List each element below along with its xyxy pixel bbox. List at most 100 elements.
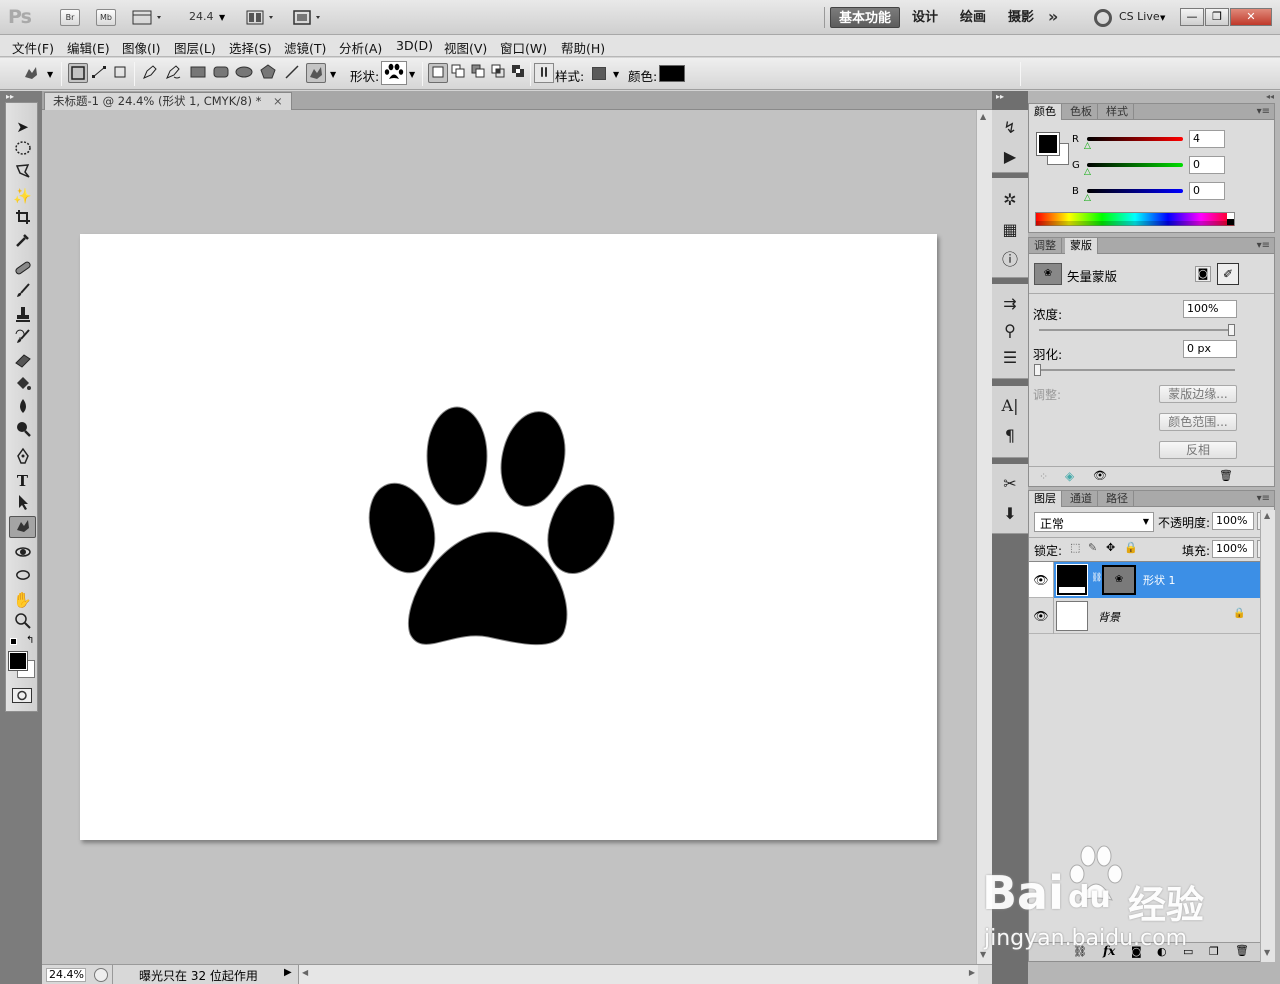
feather-field[interactable]: 0 px (1183, 340, 1237, 358)
document-tab[interactable]: 未标题-1 @ 24.4% (形状 1, CMYK/8) * × (44, 92, 292, 110)
shape-layers-button[interactable] (68, 63, 88, 83)
tab-layers[interactable]: 图层 (1029, 491, 1062, 507)
load-selection-icon[interactable]: ⁘ (1039, 470, 1048, 483)
color-foreground-swatch[interactable] (1036, 132, 1060, 156)
preset-dropdown-icon[interactable]: ▼ (47, 70, 53, 79)
paragraph-panel-icon[interactable]: ¶ (998, 424, 1022, 448)
tool-presets-icon[interactable]: ☰ (998, 346, 1022, 370)
zoom-tool[interactable] (9, 612, 36, 634)
view-extras-button[interactable] (132, 9, 166, 26)
minimize-button[interactable]: — (1180, 8, 1204, 26)
lock-position-icon[interactable]: ✥ (1106, 541, 1115, 554)
zoom-level[interactable]: 24.4 (189, 10, 214, 23)
menu-help[interactable]: 帮助(H) (561, 38, 605, 57)
layer-visibility-eye-icon[interactable]: 👁 (1033, 572, 1049, 588)
style-dropdown-icon[interactable]: ▼ (613, 70, 619, 79)
menu-analysis[interactable]: 分析(A) (339, 38, 382, 57)
intersect-shape-areas-button[interactable] (488, 63, 508, 83)
tab-adjustments[interactable]: 调整 (1029, 238, 1062, 254)
more-workspaces-icon[interactable]: » (1048, 7, 1058, 26)
menu-3d[interactable]: 3D(D) (396, 38, 433, 53)
brush-presets-icon[interactable]: ⇉ (998, 292, 1022, 316)
paint-bucket-tool[interactable] (9, 374, 36, 396)
shape-picker[interactable] (381, 61, 407, 85)
paths-button[interactable] (89, 63, 109, 83)
scroll-up-icon[interactable]: ▲ (980, 112, 986, 121)
blur-tool[interactable] (9, 397, 36, 419)
collapse-dock-icon[interactable]: ▸▸ (996, 92, 1004, 101)
delete-mask-icon[interactable]: 🗑 (1219, 469, 1233, 482)
polygon-tool-option[interactable] (258, 63, 278, 83)
eyedropper-tool[interactable] (9, 231, 36, 253)
document-canvas[interactable] (80, 234, 937, 840)
scroll-right-icon[interactable]: ▶ (969, 968, 975, 977)
density-field[interactable]: 100% (1183, 300, 1237, 318)
pen-tool-option[interactable] (140, 63, 160, 83)
subtract-shape-area-button[interactable] (468, 63, 488, 83)
menu-filter[interactable]: 滤镜(T) (284, 38, 326, 57)
brush-tool[interactable] (9, 282, 36, 304)
shape-color-swatch[interactable] (659, 65, 685, 82)
g-channel-slider[interactable] (1087, 163, 1183, 167)
quick-mask-button[interactable] (12, 688, 32, 703)
layer-name[interactable]: 背景 (1098, 609, 1120, 625)
fill-pixels-button[interactable] (110, 63, 130, 83)
layer-name[interactable]: 形状 1 (1143, 572, 1176, 588)
b-channel-slider[interactable] (1087, 189, 1183, 193)
3d-orbit-tool[interactable] (9, 566, 36, 588)
ellipse-tool-option[interactable] (234, 63, 254, 83)
collapse-panels-icon[interactable]: ◂◂ (1266, 92, 1274, 101)
close-window-button[interactable]: ✕ (1230, 8, 1272, 26)
opacity-field[interactable]: 100% (1212, 512, 1254, 530)
shape-picker-dropdown-icon[interactable]: ▼ (409, 70, 415, 79)
layer-visibility-eye-icon[interactable]: 👁 (1033, 608, 1049, 624)
hand-tool[interactable]: ✋ (9, 589, 36, 611)
navigator-panel-icon[interactable]: ✲ (998, 188, 1022, 212)
dodge-tool[interactable] (9, 420, 36, 442)
collapse-tools-icon[interactable]: ▸▸ (6, 92, 14, 101)
scroll-left-icon[interactable]: ◀ (302, 968, 308, 977)
density-slider-handle[interactable] (1228, 324, 1235, 336)
status-zoom-field[interactable]: 24.4% (46, 968, 86, 982)
layer-row-background[interactable]: 👁 背景 🔒 (1029, 598, 1274, 634)
create-new-shape-layer-button[interactable] (428, 63, 448, 83)
blend-mode-select[interactable]: 正常 ▼ (1034, 512, 1154, 532)
marquee-tool[interactable] (9, 139, 36, 161)
3d-rotate-tool[interactable] (9, 543, 36, 565)
lasso-tool[interactable] (9, 162, 36, 184)
clone-source-icon[interactable]: ⚲ (998, 319, 1022, 343)
layer-row-shape-1[interactable]: 👁 ⛓ ❀ 形状 1 (1029, 562, 1274, 598)
3d-panel-icon[interactable]: ✂ (998, 472, 1022, 496)
style-swatch[interactable] (592, 67, 606, 80)
tab-styles[interactable]: 样式 (1101, 104, 1134, 120)
tab-paths[interactable]: 路径 (1101, 491, 1134, 507)
spectrum-black-white[interactable] (1227, 213, 1234, 225)
cs-live-button[interactable]: CS Live (1119, 10, 1160, 23)
rounded-rectangle-option[interactable] (211, 63, 231, 83)
density-slider[interactable] (1039, 329, 1235, 331)
workspace-design[interactable]: 设计 (904, 7, 946, 28)
apply-mask-icon[interactable]: ◈ (1065, 469, 1074, 483)
close-document-icon[interactable]: × (273, 94, 283, 108)
select-vector-mask-icon[interactable]: ✐ (1217, 263, 1239, 285)
clone-stamp-tool[interactable] (9, 305, 36, 327)
menu-select[interactable]: 选择(S) (229, 38, 272, 57)
history-brush-tool[interactable] (9, 328, 36, 350)
actions-panel-icon[interactable]: ▶ (998, 145, 1022, 169)
r-channel-slider[interactable] (1087, 137, 1183, 141)
blend-mode-dropdown-icon[interactable]: ▼ (1143, 517, 1149, 526)
custom-shape-option[interactable] (306, 63, 326, 83)
b-slider-handle[interactable]: △ (1084, 193, 1091, 203)
fill-field[interactable]: 100% (1212, 540, 1254, 558)
foreground-color-swatch[interactable] (8, 651, 28, 671)
zoom-dropdown-icon[interactable]: ▼ (219, 13, 225, 22)
feather-slider-handle[interactable] (1034, 364, 1041, 376)
quick-selection-tool[interactable]: ✨ (9, 185, 36, 207)
path-selection-tool[interactable] (9, 493, 36, 515)
tab-color[interactable]: 颜色 (1029, 104, 1062, 120)
menu-image[interactable]: 图像(I) (122, 38, 160, 57)
rectangle-tool-option[interactable] (188, 63, 208, 83)
layers-scroll-down-icon[interactable]: ▼ (1264, 948, 1270, 957)
default-colors-icon[interactable] (10, 638, 17, 645)
custom-shape-tool[interactable] (9, 516, 36, 538)
